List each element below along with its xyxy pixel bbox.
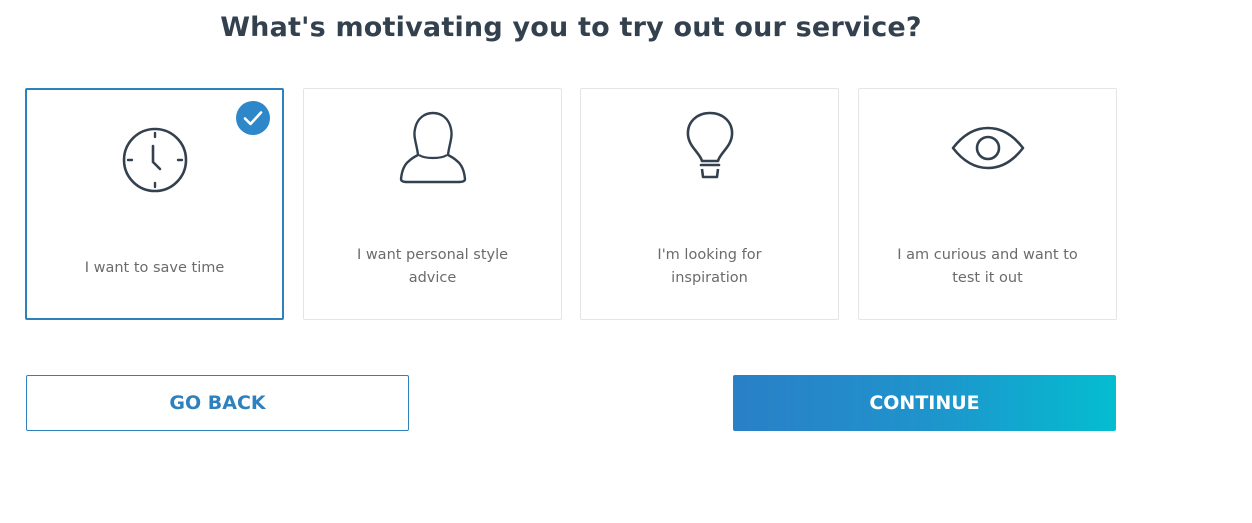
option-label: I want to save time xyxy=(47,257,262,280)
checkmark-icon xyxy=(236,101,270,135)
option-label-line: advice xyxy=(408,270,457,286)
option-label-line: I want personal style xyxy=(356,247,509,263)
lightbulb-icon xyxy=(684,111,736,186)
option-label-line: inspiration xyxy=(671,270,748,286)
option-label: I am curious and want to test it out xyxy=(879,244,1096,290)
option-card-curious[interactable]: I am curious and want to test it out xyxy=(858,88,1117,320)
page-title: What's motivating you to try out our ser… xyxy=(220,12,922,43)
option-label-line: test it out xyxy=(952,270,1023,286)
option-card-inspiration[interactable]: I'm looking for inspiration xyxy=(580,88,839,320)
option-label: I want personal style advice xyxy=(324,244,541,290)
person-icon xyxy=(395,111,471,190)
option-label-line: I'm looking for xyxy=(657,247,762,263)
eye-icon xyxy=(950,125,1026,176)
option-label-line: I want to save time xyxy=(84,260,225,276)
option-label: I'm looking for inspiration xyxy=(601,244,818,290)
option-card-save-time[interactable]: I want to save time xyxy=(25,88,284,320)
go-back-button[interactable]: GO BACK xyxy=(26,375,409,431)
clock-icon xyxy=(122,127,188,198)
option-label-line: I am curious and want to xyxy=(897,247,1078,263)
option-card-style-advice[interactable]: I want personal style advice xyxy=(303,88,562,320)
continue-button[interactable]: CONTINUE xyxy=(733,375,1116,431)
